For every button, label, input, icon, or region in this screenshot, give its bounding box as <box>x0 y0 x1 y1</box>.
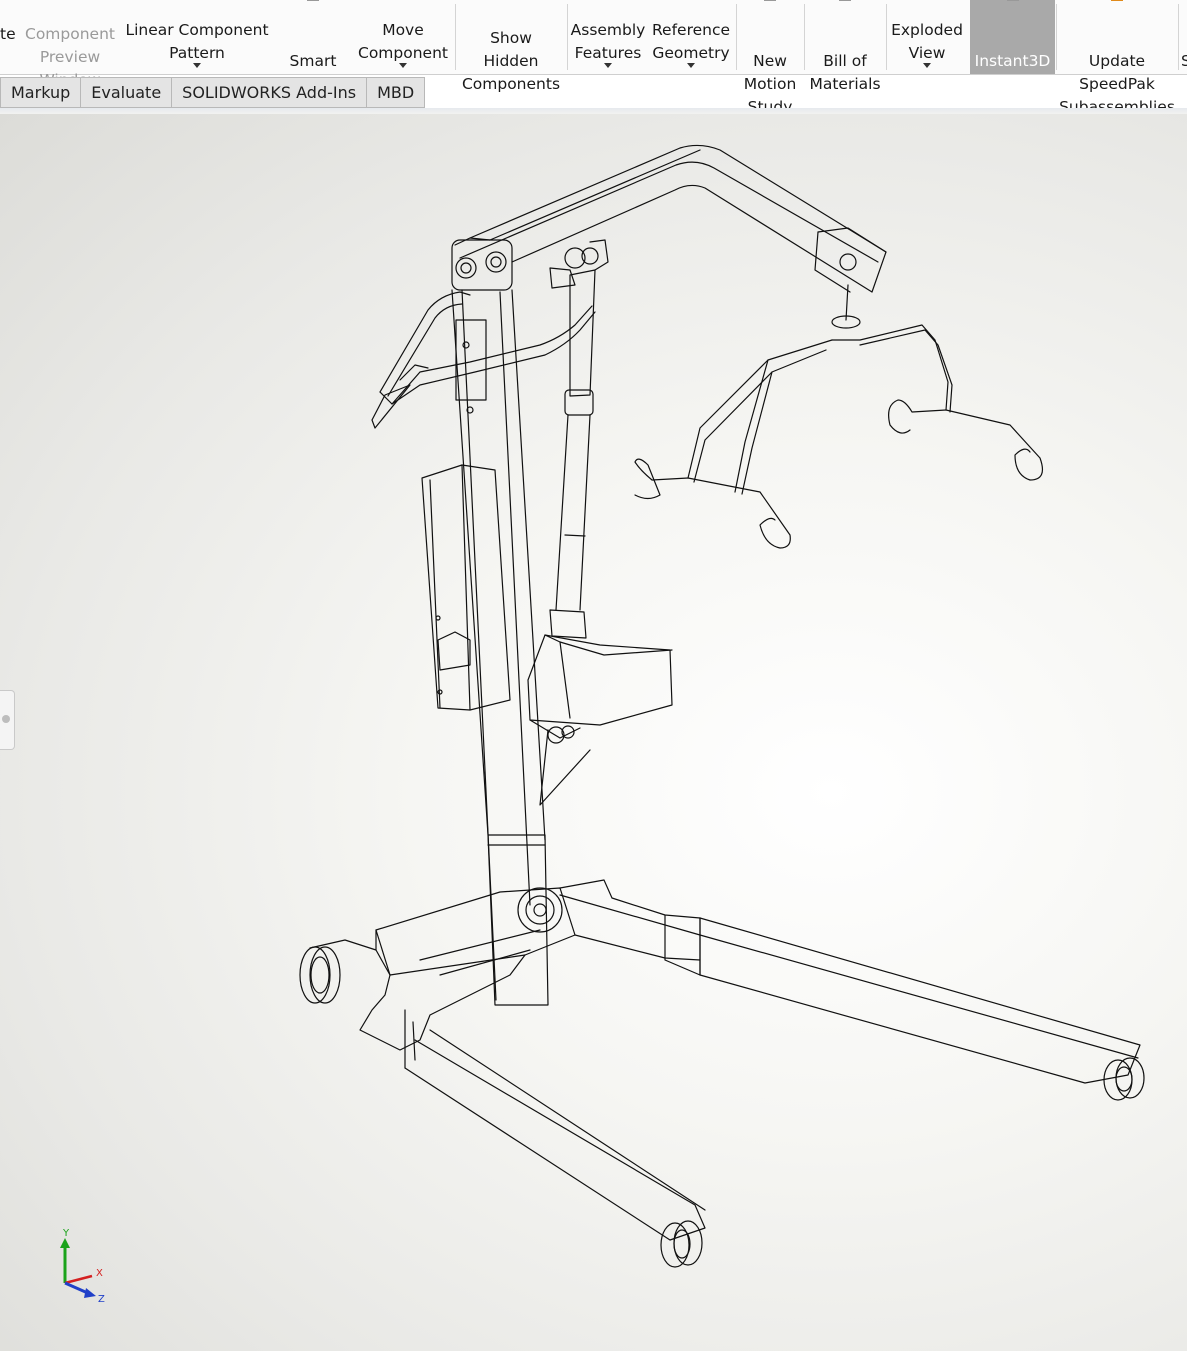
tab-evaluate[interactable]: Evaluate <box>81 77 173 108</box>
section-view-icon[interactable] <box>1043 108 1075 111</box>
display-style-icon[interactable] <box>1133 108 1165 111</box>
chevron-down-icon[interactable] <box>923 63 931 68</box>
chevron-down-icon[interactable] <box>604 63 612 68</box>
caster-front-left[interactable] <box>660 1220 703 1268</box>
command-manager-ribbon: te Component Preview Window Linear Compo… <box>0 0 1187 116</box>
triad-z-label: Z <box>98 1294 105 1305</box>
tab-solidworks-add-ins[interactable]: SOLIDWORKS Add-Ins <box>172 77 368 108</box>
patient-lift-wireframe-model[interactable] <box>0 108 1187 1351</box>
instant3d-icon <box>1006 0 1019 1</box>
smart-fasteners-icon <box>307 0 319 1</box>
command-manager-tabs: Markup Evaluate SOLIDWORKS Add-Ins MBD <box>0 77 426 108</box>
motion-study-icon <box>764 0 776 1</box>
instant3d-button[interactable]: Instant3D <box>970 0 1055 74</box>
triad-y-label: Y <box>63 1228 70 1239</box>
chevron-down-icon[interactable] <box>399 63 407 68</box>
ribbon-overflow[interactable]: S <box>1181 0 1187 74</box>
right-leg[interactable] <box>664 914 1141 1084</box>
linear-component-pattern-button[interactable]: Linear Component Pattern <box>120 0 274 74</box>
bom-icon <box>839 0 851 1</box>
caster-rear-left[interactable] <box>299 939 377 1004</box>
bill-of-materials-button[interactable]: Bill of Materials <box>805 0 885 93</box>
smart-fasteners-button[interactable]: Smart Fasteners <box>274 0 352 93</box>
left-leg[interactable] <box>404 1009 706 1241</box>
zoom-to-fit-icon[interactable] <box>929 108 961 111</box>
chevron-down-icon[interactable] <box>1119 108 1127 111</box>
reference-geometry-button[interactable]: Reference Geometry <box>648 0 734 74</box>
zoom-to-area-icon[interactable] <box>967 108 999 111</box>
reference-triad: Y X Z <box>50 1228 120 1308</box>
chevron-down-icon[interactable] <box>1171 108 1179 111</box>
spreader-bar[interactable] <box>634 253 1043 549</box>
show-hidden-components-button[interactable]: Show Hidden Components <box>456 0 566 93</box>
previous-view-icon[interactable] <box>1005 108 1037 111</box>
lift-boom[interactable] <box>454 144 887 293</box>
chevron-down-icon[interactable] <box>193 63 201 68</box>
move-component-button[interactable]: Move Component <box>352 0 454 74</box>
tab-mbd[interactable]: MBD <box>367 77 426 108</box>
exploded-view-button[interactable]: Exploded View <box>887 0 967 74</box>
ribbon-separator <box>1178 4 1179 70</box>
triad-axes <box>60 1238 96 1298</box>
paste-button[interactable]: te <box>0 0 20 74</box>
mast-pivot[interactable] <box>451 239 513 291</box>
component-preview-window-button[interactable]: Component Preview Window <box>20 0 120 89</box>
heads-up-view-toolbar <box>929 108 1179 112</box>
graphics-area[interactable]: Y X Z <box>0 108 1187 1351</box>
tab-markup[interactable]: Markup <box>0 77 82 108</box>
caster-right[interactable] <box>1103 1057 1145 1101</box>
triad-x-label: X <box>96 1268 103 1279</box>
view-orientation-icon[interactable] <box>1081 108 1113 111</box>
assembly-features-button[interactable]: Assembly Features <box>568 0 648 74</box>
speedpak-icon <box>1111 0 1123 1</box>
linear-actuator[interactable] <box>527 247 673 806</box>
push-handle[interactable] <box>371 291 596 429</box>
panel-collapse-handle[interactable] <box>0 690 15 750</box>
new-motion-study-button[interactable]: New Motion Study <box>737 0 803 116</box>
chevron-down-icon[interactable] <box>687 63 695 68</box>
update-speedpak-button[interactable]: Update SpeedPak Subassemblies <box>1057 0 1177 116</box>
